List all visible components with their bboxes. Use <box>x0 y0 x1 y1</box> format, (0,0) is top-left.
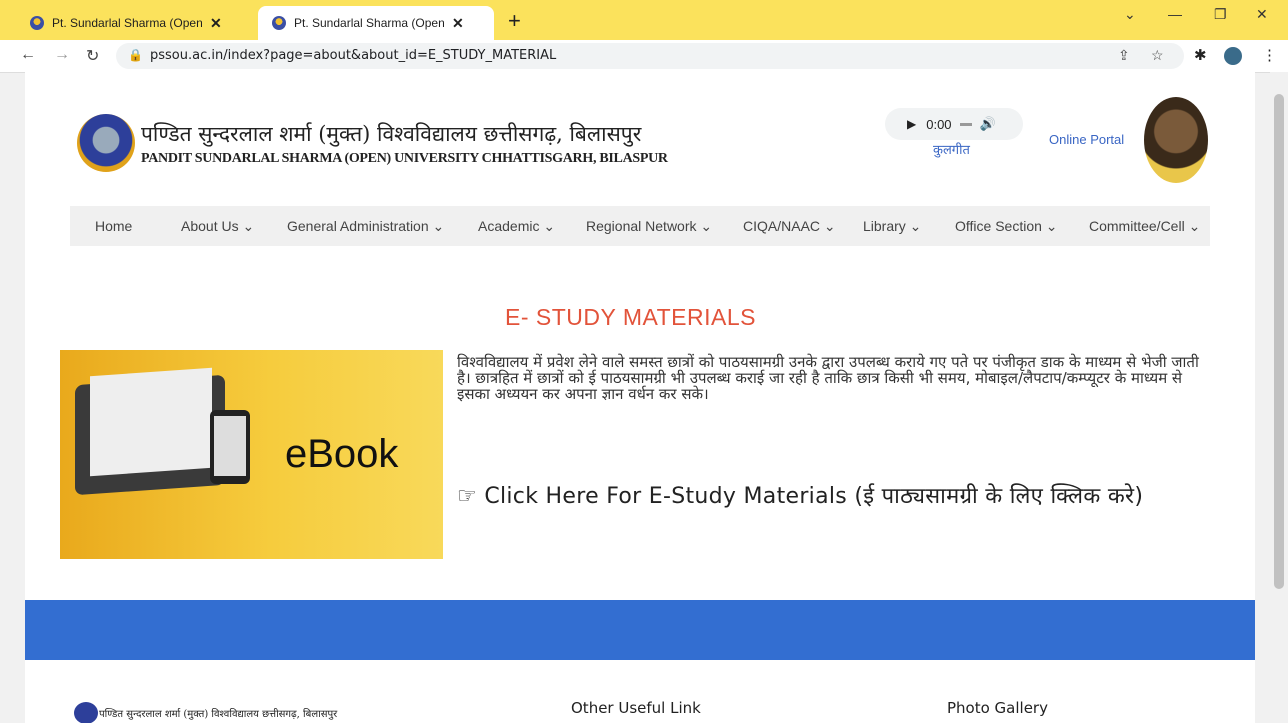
restore-icon[interactable]: ❐ <box>1214 6 1227 23</box>
browser-tab-1[interactable]: Pt. Sundarlal Sharma (Open) Univ ✕ <box>22 6 262 40</box>
kulgeet-label: कुलगीत <box>933 142 970 157</box>
nav-office-section[interactable]: Office Section ⌄ <box>955 218 1058 235</box>
share-icon[interactable]: ⇪ <box>1118 47 1130 64</box>
footer-emblem-icon <box>74 702 98 723</box>
star-icon[interactable]: ☆ <box>1151 47 1164 64</box>
profile-avatar[interactable] <box>1224 47 1242 65</box>
page-scrollbar[interactable] <box>1270 72 1288 723</box>
audio-time: 0:00 <box>926 116 952 132</box>
new-tab-icon[interactable]: + <box>508 8 521 34</box>
audio-progress[interactable] <box>959 122 972 126</box>
address-bar[interactable]: 🔒 pssou.ac.in/index?page=about&about_id=… <box>116 43 1184 69</box>
tab-title: Pt. Sundarlal Sharma (Open) Univ <box>294 16 444 30</box>
scrollbar-thumb[interactable] <box>1274 94 1284 589</box>
window-close-icon[interactable]: ✕ <box>1256 6 1268 23</box>
minimize-icon[interactable]: — <box>1168 6 1182 22</box>
main-navigation: Home About Us ⌄ General Administration ⌄… <box>70 206 1210 246</box>
nav-regional-network[interactable]: Regional Network ⌄ <box>586 218 712 235</box>
close-icon[interactable]: ✕ <box>210 15 222 32</box>
forward-arrow-icon[interactable]: → <box>54 46 70 64</box>
extensions-icon[interactable]: ✱ <box>1194 46 1207 64</box>
browser-tab-bar: Pt. Sundarlal Sharma (Open) Univ ✕ Pt. S… <box>0 0 1288 40</box>
nav-library[interactable]: Library ⌄ <box>863 218 921 235</box>
phone-graphic <box>210 410 250 484</box>
page-title: E- STUDY MATERIALS <box>505 304 756 330</box>
tab-title: Pt. Sundarlal Sharma (Open) Univ <box>52 16 202 30</box>
url-text: pssou.ac.in/index?page=about&about_id=E_… <box>150 48 557 63</box>
online-portal-link[interactable]: Online Portal <box>1049 132 1124 147</box>
chevron-down-icon[interactable]: ⌄ <box>1124 6 1136 23</box>
university-name-english: PANDIT SUNDARLAL SHARMA (OPEN) UNIVERSIT… <box>141 151 668 166</box>
lock-icon[interactable]: 🔒 <box>128 48 143 62</box>
nav-about-us[interactable]: About Us ⌄ <box>181 218 254 235</box>
university-name-hindi: पण्डित सुन्दरलाल शर्मा (मुक्त) विश्वविद्… <box>141 122 642 146</box>
browser-tab-2[interactable]: Pt. Sundarlal Sharma (Open) Univ ✕ <box>258 6 494 40</box>
web-page: पण्डित सुन्दरलाल शर्मा (मुक्त) विश्वविद्… <box>25 72 1255 723</box>
footer-band <box>25 600 1255 660</box>
back-arrow-icon[interactable]: ← <box>20 46 36 64</box>
nav-home[interactable]: Home <box>95 218 132 234</box>
ebook-banner-image: eBook <box>60 350 443 559</box>
address-toolbar: ← → ↻ 🔒 pssou.ac.in/index?page=about&abo… <box>0 40 1288 73</box>
play-icon[interactable]: ▶ <box>907 117 916 131</box>
founder-portrait <box>1144 97 1208 183</box>
nav-ciqa-naac[interactable]: CIQA/NAAC ⌄ <box>743 218 836 235</box>
description-paragraph: विश्वविद्यालय में प्रवेश लेने वाले समस्त… <box>457 353 1199 403</box>
reload-icon[interactable]: ↻ <box>86 46 99 66</box>
ebook-label: eBook <box>285 432 399 476</box>
university-emblem-icon <box>77 114 135 172</box>
e-study-materials-link[interactable]: ☞ Click Here For E-Study Materials (ई पा… <box>457 480 1143 510</box>
close-icon[interactable]: ✕ <box>452 15 464 32</box>
volume-icon[interactable]: 🔊 <box>980 116 996 132</box>
footer-photo-gallery-heading: Photo Gallery <box>947 699 1048 717</box>
nav-general-administration[interactable]: General Administration ⌄ <box>287 218 444 235</box>
menu-dots-icon[interactable]: ⋮ <box>1262 46 1277 64</box>
footer-other-links-heading: Other Useful Link <box>571 699 701 717</box>
open-book-graphic <box>90 367 212 477</box>
footer-university-name: पण्डित सुन्दरलाल शर्मा (मुक्त) विश्वविद्… <box>99 709 338 720</box>
nav-committee-cell[interactable]: Committee/Cell ⌄ <box>1089 218 1200 235</box>
nav-academic[interactable]: Academic ⌄ <box>478 218 555 235</box>
audio-player[interactable]: ▶ 0:00 🔊 <box>885 108 1023 140</box>
university-favicon-icon <box>272 16 286 30</box>
university-favicon-icon <box>30 16 44 30</box>
